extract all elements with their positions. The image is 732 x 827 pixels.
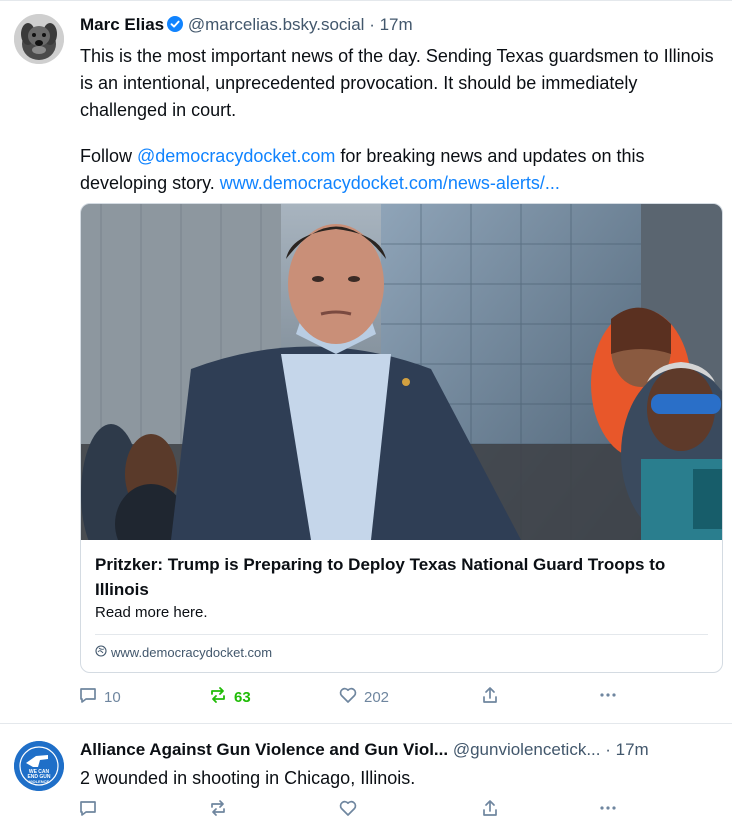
post-marc-elias[interactable]: Marc Elias @marcelias.bsky.social · 17m …: [0, 0, 732, 724]
post-time[interactable]: 17m: [616, 740, 649, 759]
separator: ·: [605, 740, 611, 759]
repost-button[interactable]: [208, 795, 228, 825]
post-header: Alliance Against Gun Violence and Gun Vi…: [80, 739, 722, 761]
repost-count: 63: [234, 688, 251, 706]
card-domain-text: www.democracydocket.com: [111, 645, 273, 660]
more-icon: [598, 685, 618, 709]
author-handle[interactable]: @marcelias.bsky.social: [188, 15, 365, 34]
more-button[interactable]: [598, 682, 618, 712]
globe-icon: [95, 645, 107, 660]
share-icon: [480, 798, 500, 822]
verified-icon: [167, 16, 184, 38]
author-handle[interactable]: @gunviolencetick...: [453, 740, 601, 759]
more-button[interactable]: [598, 795, 618, 825]
reply-button[interactable]: 10: [78, 682, 121, 712]
repost-icon: [208, 685, 228, 709]
post-header: Marc Elias @marcelias.bsky.social · 17m: [80, 14, 722, 38]
share-button[interactable]: [480, 682, 500, 712]
post-text-follow: Follow @democracydocket.com for breaking…: [80, 143, 722, 197]
like-button[interactable]: 202: [338, 682, 389, 712]
follow-text: Follow: [80, 146, 138, 166]
repost-icon: [208, 798, 228, 822]
card-domain: www.democracydocket.com: [95, 645, 272, 660]
reply-count: 10: [104, 688, 121, 706]
share-icon: [480, 685, 500, 709]
post-alliance-gun-violence[interactable]: WE CAN END GUN VIOLENCE Alliance Against…: [0, 725, 732, 827]
avatar[interactable]: WE CAN END GUN VIOLENCE: [14, 741, 64, 791]
card-image: [81, 204, 722, 540]
like-icon: [338, 798, 358, 822]
more-icon: [598, 798, 618, 822]
reply-icon: [78, 685, 98, 709]
repost-button[interactable]: 63: [208, 682, 251, 712]
link-card[interactable]: Pritzker: Trump is Preparing to Deploy T…: [80, 203, 723, 673]
url-link[interactable]: www.democracydocket.com/news-alerts/...: [220, 173, 560, 193]
post-actions: [70, 795, 630, 825]
avatar[interactable]: [14, 14, 64, 64]
like-button[interactable]: [338, 795, 358, 825]
like-icon: [338, 685, 358, 709]
svg-text:VIOLENCE: VIOLENCE: [29, 779, 50, 784]
reply-button[interactable]: [78, 795, 98, 825]
card-description: Read more here.: [95, 604, 208, 621]
separator: ·: [369, 15, 375, 34]
card-divider: [95, 634, 708, 635]
like-count: 202: [364, 688, 390, 706]
post-time[interactable]: 17m: [380, 15, 413, 34]
author-name[interactable]: Marc Elias: [80, 15, 164, 34]
post-actions: 10 63 202: [70, 682, 630, 712]
post-text: This is the most important news of the d…: [80, 46, 714, 120]
author-name[interactable]: Alliance Against Gun Violence and Gun Vi…: [80, 740, 448, 759]
card-title[interactable]: Pritzker: Trump is Preparing to Deploy T…: [95, 552, 710, 602]
mention-link[interactable]: @democracydocket.com: [137, 146, 335, 166]
reply-icon: [78, 798, 98, 822]
post-text: 2 wounded in shooting in Chicago, Illino…: [80, 768, 416, 788]
share-button[interactable]: [480, 795, 500, 825]
